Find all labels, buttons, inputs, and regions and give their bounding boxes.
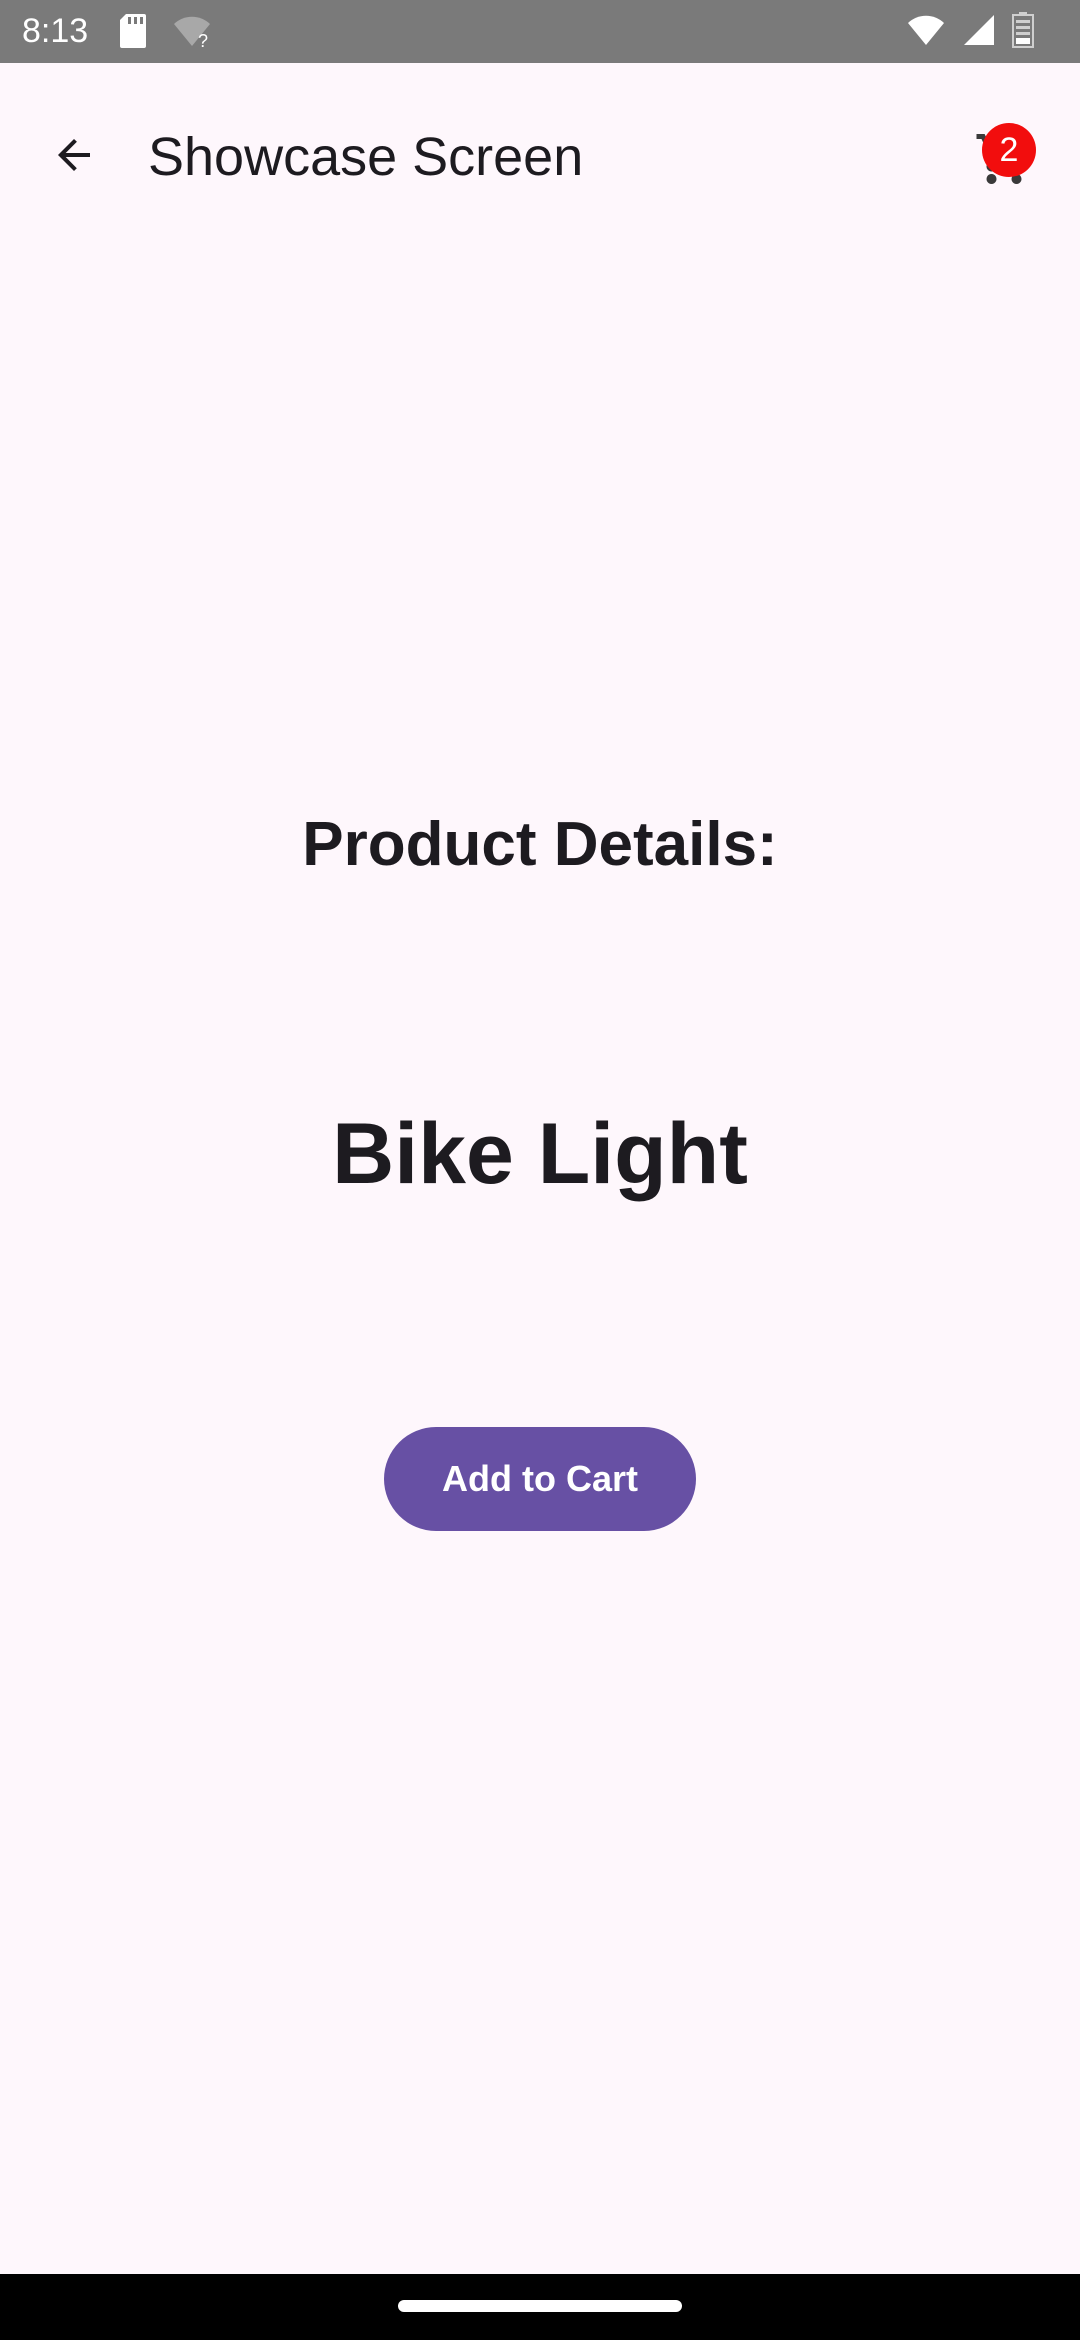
screen-title: Showcase Screen (148, 127, 584, 187)
product-name: Bike Light (332, 1106, 748, 1202)
status-time: 8:13 (22, 12, 89, 50)
back-button[interactable] (30, 113, 118, 201)
arrow-back-icon (50, 131, 98, 184)
cellular-signal-icon (962, 13, 996, 52)
wifi-question-icon: ? (172, 14, 212, 53)
top-app-bar: Showcase Screen 2 (0, 63, 1080, 231)
cart-button[interactable]: 2 (964, 117, 1048, 201)
product-details-heading: Product Details: (302, 810, 778, 879)
add-to-cart-button[interactable]: Add to Cart (384, 1427, 696, 1531)
home-indicator[interactable] (398, 2300, 682, 2312)
status-right-icons (906, 12, 1034, 53)
status-left-icons: ? (120, 14, 212, 53)
status-bar: 8:13 ? (0, 0, 1080, 63)
sd-card-icon (120, 14, 146, 53)
svg-text:?: ? (198, 31, 208, 48)
wifi-icon (906, 13, 946, 52)
battery-icon (1012, 12, 1034, 53)
cart-count-badge: 2 (982, 123, 1036, 177)
